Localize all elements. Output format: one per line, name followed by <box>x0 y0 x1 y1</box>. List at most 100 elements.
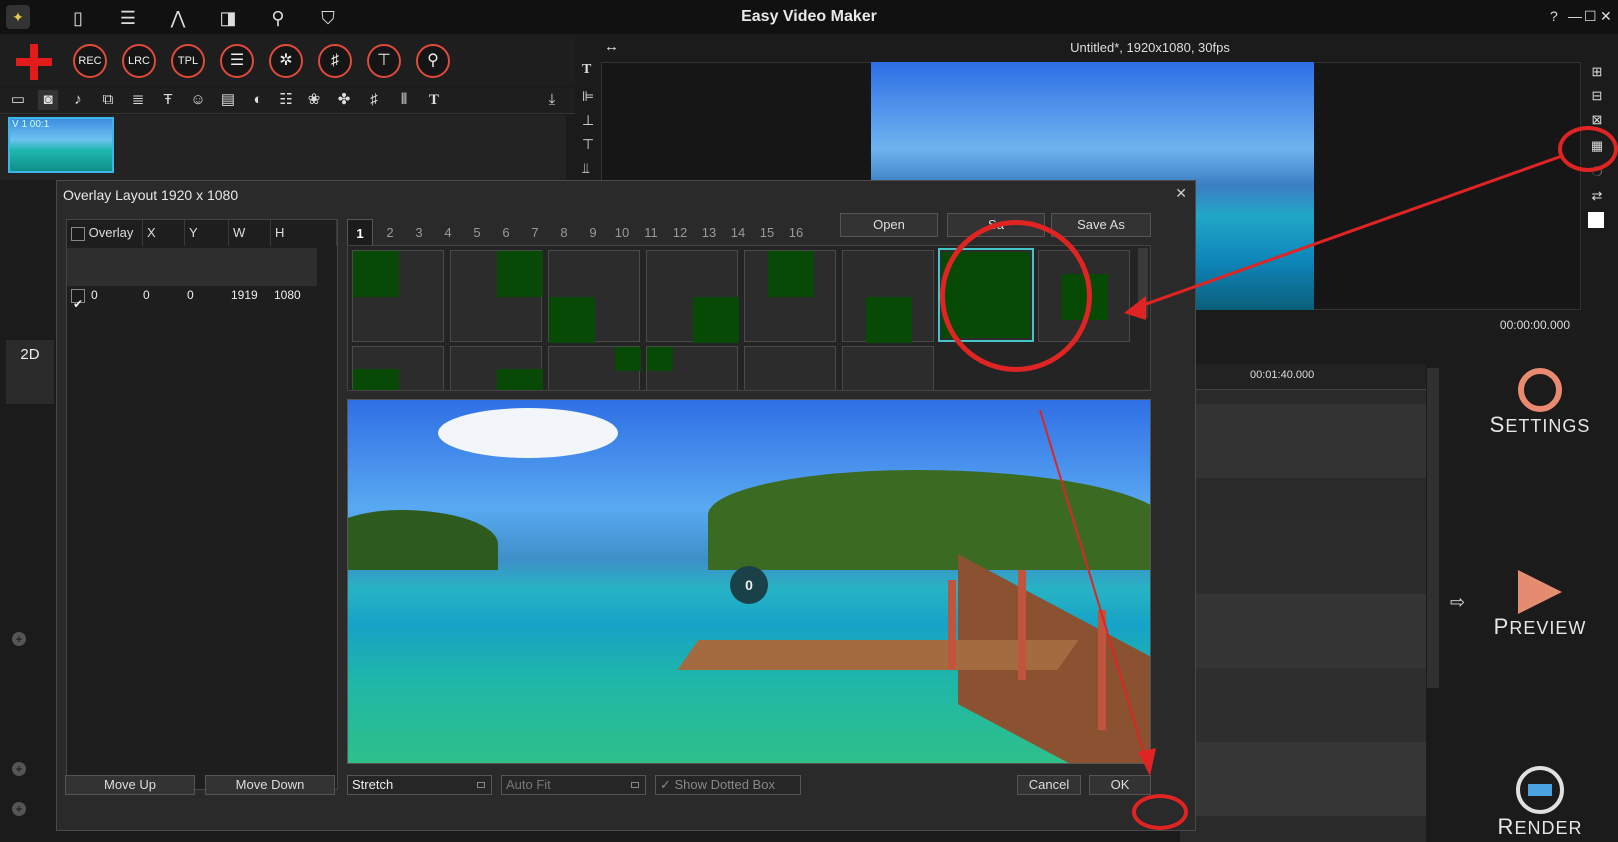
maximize-button[interactable]: ☐ <box>1584 8 1597 25</box>
tpl-button[interactable]: TPL <box>171 44 205 78</box>
tab-14[interactable]: 14 <box>725 219 751 247</box>
show-dotted-box-toggle[interactable]: ✓ Show Dotted Box <box>655 775 801 795</box>
align-left-icon[interactable]: ⊫ <box>582 88 600 106</box>
align-bottom-icon[interactable]: ⊥ <box>582 112 600 130</box>
align-top-icon[interactable]: ⊤ <box>582 136 600 154</box>
tab-11[interactable]: 11 <box>638 219 664 247</box>
layout-cell[interactable] <box>744 346 836 390</box>
subtitle-button[interactable]: ⊤ <box>367 44 401 78</box>
tab-6[interactable]: 6 <box>493 219 519 247</box>
save-as-button[interactable]: Save As <box>1051 213 1151 237</box>
settings-button[interactable]: SETTINGS <box>1470 368 1610 438</box>
layout-cell[interactable] <box>352 250 444 342</box>
cancel-button[interactable]: Cancel <box>1017 775 1081 795</box>
row-checkbox[interactable] <box>71 287 85 321</box>
puzzle-icon[interactable]: ✤ <box>334 90 354 110</box>
timeline-track[interactable] <box>1180 404 1426 478</box>
add-media-button[interactable] <box>14 42 54 82</box>
contrast-icon[interactable]: ◐ <box>248 90 268 110</box>
user-button[interactable]: ⚲ <box>416 44 450 78</box>
layout-cell[interactable] <box>548 250 640 343</box>
tab-7[interactable]: 7 <box>522 219 548 247</box>
layout-cell[interactable] <box>450 250 543 342</box>
transition-icon[interactable]: ⧉ <box>98 90 118 110</box>
move-down-button[interactable]: Move Down <box>205 775 335 795</box>
music-note-icon[interactable]: ♪ <box>68 90 88 110</box>
list-button[interactable]: ☰ <box>220 44 254 78</box>
mode-2d-tab[interactable]: 2D <box>6 340 54 404</box>
caption-icon[interactable]: Ŧ <box>158 90 178 110</box>
add-track-icon[interactable]: + <box>12 762 26 776</box>
tab-15[interactable]: 15 <box>754 219 780 247</box>
download-icon[interactable]: ⤓ <box>542 90 562 110</box>
color-swatch[interactable] <box>1588 212 1604 228</box>
row-checkbox-cell[interactable] <box>71 278 85 321</box>
auto-fit-select[interactable]: Auto Fit <box>501 775 646 795</box>
align-base-icon[interactable]: ⫫ <box>582 160 600 178</box>
tab-3[interactable]: 3 <box>406 219 432 247</box>
storyboard-icon[interactable]: ▭ <box>8 90 28 110</box>
bullet-list-icon[interactable]: ☷ <box>276 90 296 110</box>
open-button[interactable]: Open <box>840 213 938 237</box>
help-button[interactable]: ? <box>1550 8 1558 24</box>
flower-icon[interactable]: ❀ <box>304 90 324 110</box>
overlay-preview[interactable]: 0 <box>347 399 1151 764</box>
timeline-track[interactable] <box>1180 520 1426 594</box>
dialog-close-icon[interactable]: ✕ <box>1175 185 1187 202</box>
add-track-icon[interactable]: + <box>12 632 26 646</box>
emoji-icon[interactable]: ☺ <box>188 90 208 110</box>
score-icon[interactable]: ♯ <box>364 90 384 110</box>
tab-10[interactable]: 10 <box>609 219 635 247</box>
swap-icon[interactable]: ⇄ <box>1588 188 1606 206</box>
tab-16[interactable]: 16 <box>783 219 809 247</box>
tab-4[interactable]: 4 <box>435 219 461 247</box>
effects-button[interactable]: ✲ <box>269 44 303 78</box>
layout-cell[interactable] <box>548 346 641 390</box>
rec-button[interactable]: REC <box>73 44 107 78</box>
tab-13[interactable]: 13 <box>696 219 722 247</box>
film-icon[interactable]: ▤ <box>218 90 238 110</box>
layout-cell[interactable] <box>646 346 738 390</box>
table-row[interactable]: 0 0 0 1919 1080 <box>67 248 317 321</box>
minimize-button[interactable]: — <box>1568 8 1582 24</box>
layout-grid-scrollbar[interactable] <box>1138 248 1148 318</box>
timeline-track[interactable] <box>1180 594 1426 668</box>
add-track-icon[interactable]: + <box>12 802 26 816</box>
layout-cell[interactable] <box>744 250 836 342</box>
fit-mode-select[interactable]: Stretch <box>347 775 492 795</box>
tab-8[interactable]: 8 <box>551 219 577 247</box>
preview-button[interactable]: PREVIEW <box>1470 570 1610 640</box>
split-h-icon[interactable]: ⊞ <box>1588 64 1606 82</box>
layout-cell[interactable] <box>352 346 444 390</box>
tab-12[interactable]: 12 <box>667 219 693 247</box>
export-arrow-icon[interactable]: ⇨ <box>1450 592 1465 613</box>
text-tool-icon[interactable]: T <box>582 62 600 80</box>
tab-1[interactable]: 1 <box>347 219 373 247</box>
timeline-track[interactable] <box>1180 668 1426 742</box>
select-all-checkbox[interactable] <box>71 226 85 241</box>
cloud <box>438 408 618 458</box>
expand-icon[interactable]: ↔ <box>604 38 619 55</box>
split-v-icon[interactable]: ⊟ <box>1588 88 1606 106</box>
lrc-button[interactable]: LRC <box>122 44 156 78</box>
ok-button[interactable]: OK <box>1089 775 1151 795</box>
close-button[interactable]: ✕ <box>1600 8 1612 25</box>
timeline-track[interactable] <box>1180 742 1426 816</box>
text-icon[interactable]: T <box>424 90 444 110</box>
render-button[interactable]: RENDER <box>1470 766 1610 840</box>
layout-cell[interactable] <box>646 250 739 343</box>
move-up-button[interactable]: Move Up <box>65 775 195 795</box>
camera-icon[interactable]: ◙ <box>38 90 58 110</box>
text-lines-icon[interactable]: ≣ <box>128 90 148 110</box>
layout-cell[interactable] <box>842 346 934 390</box>
music-button[interactable]: ♯ <box>318 44 352 78</box>
layout-cell[interactable] <box>842 250 934 343</box>
layout-cell[interactable] <box>450 346 543 390</box>
tab-5[interactable]: 5 <box>464 219 490 247</box>
tab-2[interactable]: 2 <box>377 219 403 247</box>
overlay-index-badge[interactable]: 0 <box>730 566 768 604</box>
tab-9[interactable]: 9 <box>580 219 606 247</box>
media-thumbnail[interactable]: V 1 00:1 <box>8 117 114 173</box>
timeline-scrollbar[interactable] <box>1427 368 1439 688</box>
equalizer-icon[interactable]: ⦀ <box>394 90 414 110</box>
